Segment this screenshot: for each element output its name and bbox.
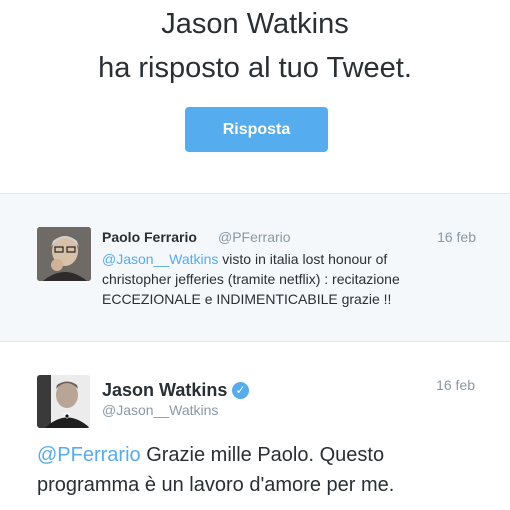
tweet-text: @PFerrario Grazie mille Paolo. Questo pr… (37, 440, 477, 500)
tweet-text: @Jason__Watkins visto in italia lost hon… (102, 249, 442, 309)
tweet-author-name[interactable]: Jason Watkins (102, 380, 227, 401)
avatar[interactable] (37, 375, 90, 428)
reply-tweet-card[interactable]: Jason Watkins ✓ @Jason__Watkins 16 feb @… (0, 342, 510, 510)
notification-message: ha risposto al tuo Tweet. (98, 52, 412, 84)
notification-actor-name: Jason Watkins (161, 8, 349, 40)
tweet-author-handle[interactable]: @PFerrario (218, 229, 291, 245)
tweet-date[interactable]: 16 feb (436, 377, 475, 393)
verified-check-icon: ✓ (232, 382, 249, 399)
mention-link[interactable]: @Jason__Watkins (102, 251, 218, 267)
tweet-author-name[interactable]: Paolo Ferrario (102, 229, 197, 245)
reply-button[interactable]: Risposta (185, 107, 328, 152)
avatar-photo-icon (37, 227, 91, 281)
notification-header: Jason Watkins ha risposto al tuo Tweet. … (0, 0, 510, 194)
mention-link[interactable]: @PFerrario (37, 444, 141, 466)
avatar[interactable] (37, 227, 91, 281)
tweet-author-handle[interactable]: @Jason__Watkins (102, 402, 218, 418)
tweet-date[interactable]: 16 feb (437, 229, 476, 245)
original-tweet-card[interactable]: Paolo Ferrario @PFerrario 16 feb @Jason_… (0, 194, 510, 342)
avatar-photo-icon (37, 375, 90, 428)
